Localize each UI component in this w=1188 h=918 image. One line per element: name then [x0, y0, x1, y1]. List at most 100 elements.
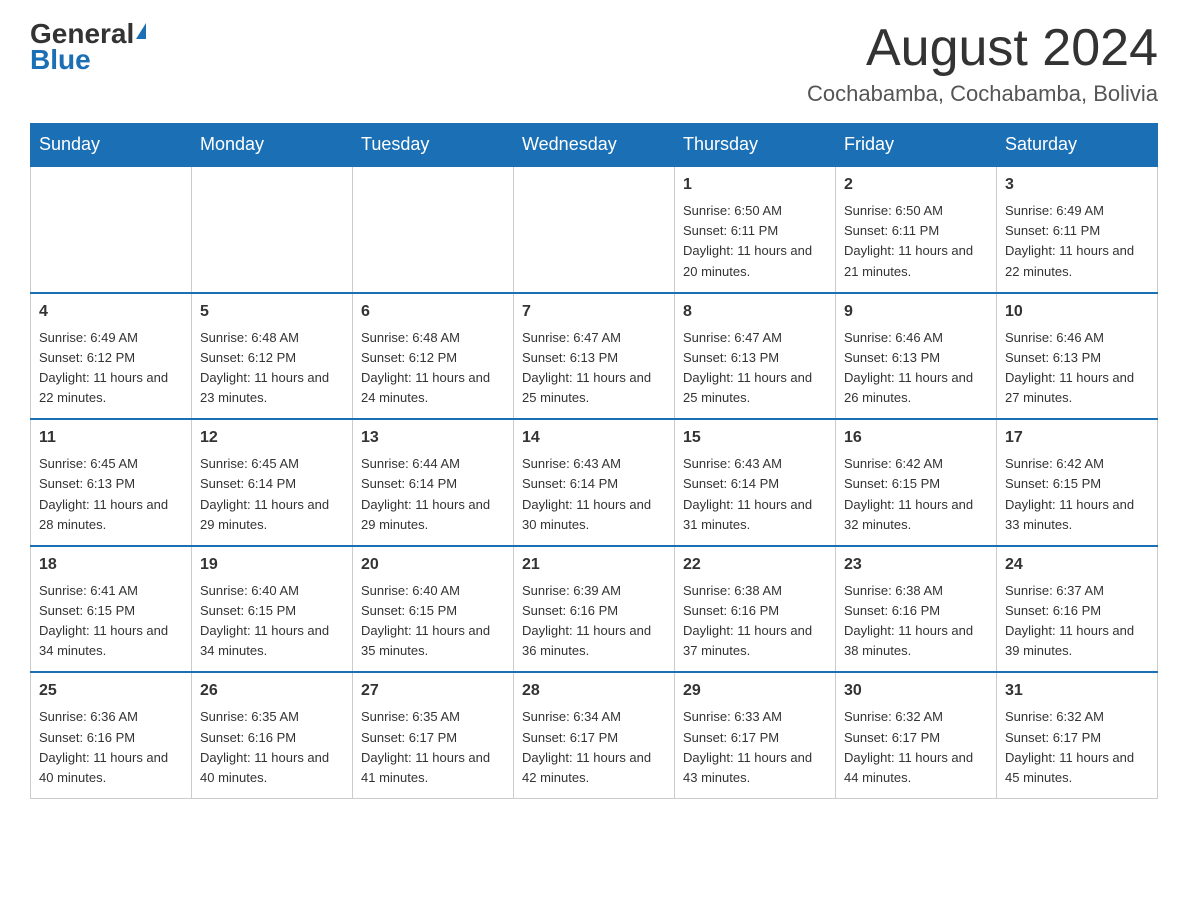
day-number: 2 — [844, 173, 988, 197]
day-number: 12 — [200, 426, 344, 450]
col-header-monday: Monday — [192, 124, 353, 167]
week-row-1: 1Sunrise: 6:50 AM Sunset: 6:11 PM Daylig… — [31, 166, 1158, 293]
calendar-cell: 7 Sunrise: 6:47 AM Sunset: 6:13 PM Daylig… — [514, 293, 675, 420]
day-info: Sunrise: 6:34 AM Sunset: 6:17 PM Dayligh… — [522, 707, 666, 788]
calendar-cell: 24 Sunrise: 6:37 AM Sunset: 6:16 PM Dayli… — [997, 546, 1158, 673]
day-number: 30 — [844, 679, 988, 703]
day-info: Sunrise: 6:45 AM Sunset: 6:14 PM Dayligh… — [200, 454, 344, 535]
day-number: 22 — [683, 553, 827, 577]
calendar-cell — [514, 166, 675, 293]
day-number: 24 — [1005, 553, 1149, 577]
day-number: 1 — [683, 173, 827, 197]
logo: General Blue — [30, 20, 146, 74]
page-header: General Blue August 2024 Cochabamba, Coc… — [30, 20, 1158, 107]
calendar-cell: 1Sunrise: 6:50 AM Sunset: 6:11 PM Daylig… — [675, 166, 836, 293]
week-row-3: 11 Sunrise: 6:45 AM Sunset: 6:13 PM Dayli… — [31, 419, 1158, 546]
day-info: Sunrise: 6:40 AM Sunset: 6:15 PM Dayligh… — [200, 581, 344, 662]
day-info: Sunrise: 6:38 AM Sunset: 6:16 PM Dayligh… — [683, 581, 827, 662]
logo-blue-text: Blue — [30, 46, 91, 74]
col-header-tuesday: Tuesday — [353, 124, 514, 167]
day-info: Sunrise: 6:46 AM Sunset: 6:13 PM Dayligh… — [844, 328, 988, 409]
day-info: Sunrise: 6:42 AM Sunset: 6:15 PM Dayligh… — [1005, 454, 1149, 535]
calendar-cell — [192, 166, 353, 293]
calendar-cell: 30 Sunrise: 6:32 AM Sunset: 6:17 PM Dayli… — [836, 672, 997, 798]
day-info: Sunrise: 6:42 AM Sunset: 6:15 PM Dayligh… — [844, 454, 988, 535]
calendar-cell: 27 Sunrise: 6:35 AM Sunset: 6:17 PM Dayli… — [353, 672, 514, 798]
calendar-cell: 11 Sunrise: 6:45 AM Sunset: 6:13 PM Dayli… — [31, 419, 192, 546]
calendar-cell: 26 Sunrise: 6:35 AM Sunset: 6:16 PM Dayli… — [192, 672, 353, 798]
calendar-cell: 16 Sunrise: 6:42 AM Sunset: 6:15 PM Dayli… — [836, 419, 997, 546]
day-number: 15 — [683, 426, 827, 450]
day-info: Sunrise: 6:41 AM Sunset: 6:15 PM Dayligh… — [39, 581, 183, 662]
calendar-cell: 4 Sunrise: 6:49 AM Sunset: 6:12 PM Daylig… — [31, 293, 192, 420]
calendar-cell: 18Sunrise: 6:41 AM Sunset: 6:15 PM Dayli… — [31, 546, 192, 673]
day-number: 16 — [844, 426, 988, 450]
calendar-cell: 21 Sunrise: 6:39 AM Sunset: 6:16 PM Dayli… — [514, 546, 675, 673]
day-info: Sunrise: 6:38 AM Sunset: 6:16 PM Dayligh… — [844, 581, 988, 662]
day-number: 19 — [200, 553, 344, 577]
day-info: Sunrise: 6:40 AM Sunset: 6:15 PM Dayligh… — [361, 581, 505, 662]
day-info: Sunrise: 6:47 AM Sunset: 6:13 PM Dayligh… — [522, 328, 666, 409]
calendar-cell: 6 Sunrise: 6:48 AM Sunset: 6:12 PM Daylig… — [353, 293, 514, 420]
day-info: Sunrise: 6:47 AM Sunset: 6:13 PM Dayligh… — [683, 328, 827, 409]
day-number: 4 — [39, 300, 183, 324]
day-number: 27 — [361, 679, 505, 703]
day-info: Sunrise: 6:43 AM Sunset: 6:14 PM Dayligh… — [522, 454, 666, 535]
day-number: 6 — [361, 300, 505, 324]
col-header-saturday: Saturday — [997, 124, 1158, 167]
day-number: 14 — [522, 426, 666, 450]
day-number: 28 — [522, 679, 666, 703]
col-header-thursday: Thursday — [675, 124, 836, 167]
calendar-cell: 28 Sunrise: 6:34 AM Sunset: 6:17 PM Dayli… — [514, 672, 675, 798]
day-number: 10 — [1005, 300, 1149, 324]
day-info: Sunrise: 6:39 AM Sunset: 6:16 PM Dayligh… — [522, 581, 666, 662]
day-info: Sunrise: 6:46 AM Sunset: 6:13 PM Dayligh… — [1005, 328, 1149, 409]
calendar-cell: 23 Sunrise: 6:38 AM Sunset: 6:16 PM Dayli… — [836, 546, 997, 673]
calendar-cell: 20 Sunrise: 6:40 AM Sunset: 6:15 PM Dayli… — [353, 546, 514, 673]
day-info: Sunrise: 6:32 AM Sunset: 6:17 PM Dayligh… — [1005, 707, 1149, 788]
calendar-cell: 12 Sunrise: 6:45 AM Sunset: 6:14 PM Dayli… — [192, 419, 353, 546]
day-number: 26 — [200, 679, 344, 703]
days-header-row: SundayMondayTuesdayWednesdayThursdayFrid… — [31, 124, 1158, 167]
day-info: Sunrise: 6:45 AM Sunset: 6:13 PM Dayligh… — [39, 454, 183, 535]
day-info: Sunrise: 6:37 AM Sunset: 6:16 PM Dayligh… — [1005, 581, 1149, 662]
day-number: 9 — [844, 300, 988, 324]
day-number: 29 — [683, 679, 827, 703]
calendar-cell: 25 Sunrise: 6:36 AM Sunset: 6:16 PM Dayli… — [31, 672, 192, 798]
day-number: 7 — [522, 300, 666, 324]
day-number: 21 — [522, 553, 666, 577]
day-number: 25 — [39, 679, 183, 703]
day-info: Sunrise: 6:44 AM Sunset: 6:14 PM Dayligh… — [361, 454, 505, 535]
day-info: Sunrise: 6:36 AM Sunset: 6:16 PM Dayligh… — [39, 707, 183, 788]
calendar-cell: 22 Sunrise: 6:38 AM Sunset: 6:16 PM Dayli… — [675, 546, 836, 673]
day-number: 8 — [683, 300, 827, 324]
day-info: Sunrise: 6:35 AM Sunset: 6:17 PM Dayligh… — [361, 707, 505, 788]
day-number: 11 — [39, 426, 183, 450]
calendar-cell — [353, 166, 514, 293]
col-header-wednesday: Wednesday — [514, 124, 675, 167]
day-info: Sunrise: 6:35 AM Sunset: 6:16 PM Dayligh… — [200, 707, 344, 788]
month-year-title: August 2024 — [807, 20, 1158, 77]
calendar-cell: 29Sunrise: 6:33 AM Sunset: 6:17 PM Dayli… — [675, 672, 836, 798]
calendar-cell: 3Sunrise: 6:49 AM Sunset: 6:11 PM Daylig… — [997, 166, 1158, 293]
day-number: 5 — [200, 300, 344, 324]
week-row-4: 18Sunrise: 6:41 AM Sunset: 6:15 PM Dayli… — [31, 546, 1158, 673]
calendar-cell: 15 Sunrise: 6:43 AM Sunset: 6:14 PM Dayli… — [675, 419, 836, 546]
calendar-cell: 14 Sunrise: 6:43 AM Sunset: 6:14 PM Dayli… — [514, 419, 675, 546]
day-number: 23 — [844, 553, 988, 577]
col-header-friday: Friday — [836, 124, 997, 167]
day-number: 3 — [1005, 173, 1149, 197]
day-info: Sunrise: 6:48 AM Sunset: 6:12 PM Dayligh… — [361, 328, 505, 409]
day-info: Sunrise: 6:32 AM Sunset: 6:17 PM Dayligh… — [844, 707, 988, 788]
calendar-cell: 17Sunrise: 6:42 AM Sunset: 6:15 PM Dayli… — [997, 419, 1158, 546]
calendar-cell: 9 Sunrise: 6:46 AM Sunset: 6:13 PM Daylig… — [836, 293, 997, 420]
calendar-cell: 8 Sunrise: 6:47 AM Sunset: 6:13 PM Daylig… — [675, 293, 836, 420]
calendar-table: SundayMondayTuesdayWednesdayThursdayFrid… — [30, 123, 1158, 799]
day-number: 20 — [361, 553, 505, 577]
title-area: August 2024 Cochabamba, Cochabamba, Boli… — [807, 20, 1158, 107]
day-info: Sunrise: 6:43 AM Sunset: 6:14 PM Dayligh… — [683, 454, 827, 535]
week-row-5: 25 Sunrise: 6:36 AM Sunset: 6:16 PM Dayli… — [31, 672, 1158, 798]
logo-triangle-icon — [136, 23, 146, 39]
day-info: Sunrise: 6:49 AM Sunset: 6:12 PM Dayligh… — [39, 328, 183, 409]
col-header-sunday: Sunday — [31, 124, 192, 167]
